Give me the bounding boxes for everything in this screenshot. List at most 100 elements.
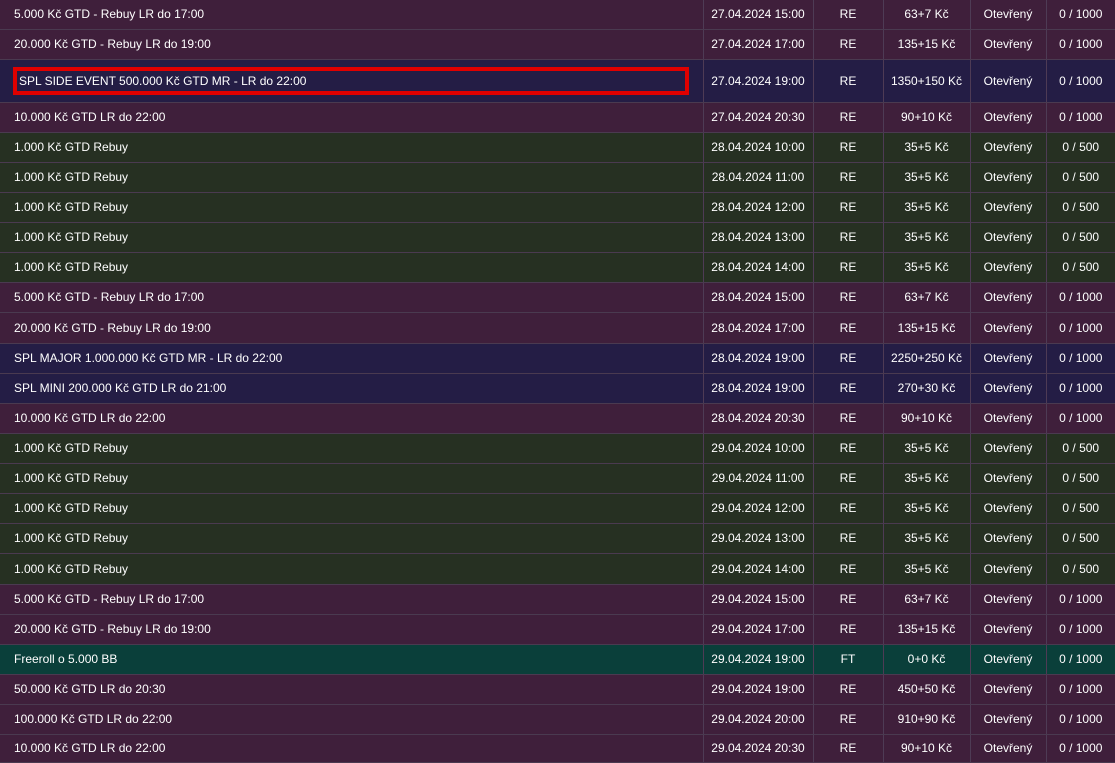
tournament-row[interactable]: 10.000 Kč GTD LR do 22:00 29.04.2024 20:3…	[0, 734, 1115, 763]
tournament-row[interactable]: 1.000 Kč GTD Rebuy 29.04.2024 10:00 RE 35+5…	[0, 433, 1115, 464]
tournament-status-cell: Otevřený	[970, 102, 1047, 133]
tournament-datetime: 27.04.2024 20:30	[711, 110, 805, 124]
tournament-row[interactable]: 1.000 Kč GTD Rebuy 28.04.2024 10:00 RE 35+5…	[0, 132, 1115, 163]
tournament-buyin-cell: 135+15 Kč	[883, 614, 971, 645]
tournament-buyin: 35+5 Kč	[904, 260, 949, 274]
tournament-name-cell: 20.000 Kč GTD - Rebuy LR do 19:00	[0, 312, 704, 344]
tournament-game-type: RE	[839, 682, 857, 696]
tournament-game-type-cell: RE	[813, 463, 884, 494]
tournament-buyin: 2250+250 Kč	[890, 351, 963, 365]
tournament-players-cell: 0 / 1000	[1046, 0, 1115, 30]
tournament-row[interactable]: 1.000 Kč GTD Rebuy 29.04.2024 12:00 RE 35+5…	[0, 493, 1115, 524]
tournament-row[interactable]: 1.000 Kč GTD Rebuy 29.04.2024 13:00 RE 35+5…	[0, 523, 1115, 554]
tournament-status: Otevřený	[983, 682, 1033, 696]
tournament-status-cell: Otevřený	[970, 162, 1047, 193]
tournament-row[interactable]: 100.000 Kč GTD LR do 22:00 29.04.2024 20:…	[0, 704, 1115, 735]
tournament-row[interactable]: 1.000 Kč GTD Rebuy 28.04.2024 14:00 RE 35+5…	[0, 252, 1115, 283]
tournament-buyin-cell: 35+5 Kč	[883, 252, 971, 283]
tournament-players: 0 / 1000	[1059, 7, 1103, 22]
tournament-name-cell: 10.000 Kč GTD LR do 22:00	[0, 403, 704, 434]
tournament-datetime: 29.04.2024 17:00	[711, 622, 805, 636]
tournament-players: 0 / 1000	[1059, 37, 1103, 51]
tournament-name: Freeroll o 5.000 BB	[14, 652, 118, 666]
tournament-row[interactable]: 1.000 Kč GTD Rebuy 29.04.2024 11:00 RE 35+5…	[0, 463, 1115, 494]
tournament-row[interactable]: 5.000 Kč GTD - Rebuy LR do 17:00 28.04.20…	[0, 282, 1115, 313]
tournament-table-body: 5.000 Kč GTD - Rebuy LR do 17:00 27.04.20…	[0, 0, 1115, 763]
tournament-row[interactable]: 1.000 Kč GTD Rebuy 28.04.2024 11:00 RE 35+5…	[0, 162, 1115, 193]
tournament-row[interactable]: 5.000 Kč GTD - Rebuy LR do 17:00 27.04.20…	[0, 0, 1115, 30]
tournament-game-type: RE	[839, 320, 857, 335]
tournament-buyin: 35+5 Kč	[904, 441, 949, 455]
tournament-players-cell: 0 / 500	[1046, 553, 1115, 585]
tournament-game-type-cell: RE	[813, 523, 884, 554]
tournament-status-cell: Otevřený	[970, 493, 1047, 524]
tournament-row[interactable]: 50.000 Kč GTD LR do 20:30 29.04.2024 19:0…	[0, 674, 1115, 705]
tournament-game-type: RE	[839, 411, 857, 425]
tournament-datetime-cell: 28.04.2024 14:00	[703, 252, 814, 283]
tournament-players-cell: 0 / 1000	[1046, 373, 1115, 404]
tournament-row[interactable]: 1.000 Kč GTD Rebuy 28.04.2024 12:00 RE 35+5…	[0, 192, 1115, 223]
tournament-name: 20.000 Kč GTD - Rebuy LR do 19:00	[14, 320, 211, 335]
tournament-status: Otevřený	[983, 73, 1033, 88]
tournament-row[interactable]: 20.000 Kč GTD - Rebuy LR do 19:00 27.04.2…	[0, 29, 1115, 60]
tournament-buyin: 35+5 Kč	[904, 471, 949, 485]
tournament-game-type: RE	[839, 471, 857, 485]
tournament-name-cell: 10.000 Kč GTD LR do 22:00	[0, 102, 704, 133]
tournament-status-cell: Otevřený	[970, 433, 1047, 464]
tournament-name: 1.000 Kč GTD Rebuy	[14, 230, 129, 244]
tournament-row[interactable]: 5.000 Kč GTD - Rebuy LR do 17:00 29.04.20…	[0, 584, 1115, 615]
tournament-game-type-cell: RE	[813, 734, 884, 763]
tournament-datetime-cell: 28.04.2024 20:30	[703, 403, 814, 434]
tournament-status: Otevřený	[983, 200, 1033, 214]
tournament-status: Otevřený	[983, 652, 1033, 666]
tournament-game-type-cell: RE	[813, 584, 884, 615]
tournament-datetime-cell: 29.04.2024 19:00	[703, 674, 814, 705]
tournament-status: Otevřený	[983, 441, 1033, 455]
tournament-datetime-cell: 29.04.2024 19:00	[703, 644, 814, 675]
tournament-row[interactable]: 1.000 Kč GTD Rebuy 29.04.2024 14:00 RE 35+5…	[0, 553, 1115, 585]
tournament-buyin: 35+5 Kč	[904, 170, 949, 184]
tournament-players: 0 / 500	[1062, 140, 1100, 154]
tournament-row[interactable]: 1.000 Kč GTD Rebuy 28.04.2024 13:00 RE 35+5…	[0, 222, 1115, 253]
tournament-row[interactable]: 10.000 Kč GTD LR do 22:00 28.04.2024 20:3…	[0, 403, 1115, 434]
tournament-game-type-cell: RE	[813, 59, 884, 103]
tournament-buyin-cell: 35+5 Kč	[883, 162, 971, 193]
tournament-players-cell: 0 / 500	[1046, 162, 1115, 193]
tournament-row[interactable]: SPL MINI 200.000 Kč GTD LR do 21:00 28.04…	[0, 373, 1115, 404]
tournament-game-type: RE	[839, 260, 857, 274]
tournament-buyin-cell: 910+90 Kč	[883, 704, 971, 735]
tournament-status: Otevřený	[983, 7, 1033, 22]
tournament-buyin: 270+30 Kč	[897, 381, 956, 395]
tournament-status-cell: Otevřený	[970, 644, 1047, 675]
tournament-status: Otevřený	[983, 741, 1033, 755]
tournament-row[interactable]: SPL MAJOR 1.000.000 Kč GTD MR - LR do 22…	[0, 343, 1115, 374]
tournament-datetime: 29.04.2024 14:00	[711, 561, 805, 576]
tournament-name: 1.000 Kč GTD Rebuy	[14, 170, 129, 184]
tournament-status: Otevřený	[983, 501, 1033, 515]
tournament-datetime: 28.04.2024 19:00	[711, 351, 805, 365]
tournament-players: 0 / 1000	[1059, 682, 1103, 696]
tournament-datetime-cell: 27.04.2024 17:00	[703, 29, 814, 60]
tournament-status: Otevřený	[983, 592, 1033, 606]
tournament-buyin-cell: 0+0 Kč	[883, 644, 971, 675]
tournament-row[interactable]: 20.000 Kč GTD - Rebuy LR do 19:00 29.04.2…	[0, 614, 1115, 645]
tournament-buyin: 0+0 Kč	[907, 652, 946, 666]
tournament-datetime-cell: 29.04.2024 11:00	[703, 463, 814, 494]
tournament-players-cell: 0 / 500	[1046, 192, 1115, 223]
tournament-row[interactable]: Freeroll o 5.000 BB 29.04.2024 19:00 FT 0+0…	[0, 644, 1115, 675]
tournament-name-cell: 20.000 Kč GTD - Rebuy LR do 19:00	[0, 29, 704, 60]
tournament-buyin-cell: 63+7 Kč	[883, 584, 971, 615]
tournament-row[interactable]: SPL SIDE EVENT 500.000 Kč GTD MR - LR do…	[0, 59, 1115, 103]
tournament-status: Otevřený	[983, 140, 1033, 154]
tournament-game-type-cell: RE	[813, 433, 884, 464]
tournament-row[interactable]: 10.000 Kč GTD LR do 22:00 27.04.2024 20:3…	[0, 102, 1115, 133]
tournament-game-type: RE	[839, 351, 857, 365]
tournament-players: 0 / 1000	[1059, 652, 1103, 666]
tournament-players-cell: 0 / 500	[1046, 132, 1115, 163]
tournament-name: SPL MAJOR 1.000.000 Kč GTD MR - LR do 22…	[14, 351, 283, 365]
tournament-game-type: RE	[839, 230, 857, 244]
tournament-name: 5.000 Kč GTD - Rebuy LR do 17:00	[14, 290, 205, 304]
tournament-row[interactable]: 20.000 Kč GTD - Rebuy LR do 19:00 28.04.2…	[0, 312, 1115, 344]
tournament-datetime: 28.04.2024 20:30	[711, 411, 805, 425]
tournament-status-cell: Otevřený	[970, 0, 1047, 30]
